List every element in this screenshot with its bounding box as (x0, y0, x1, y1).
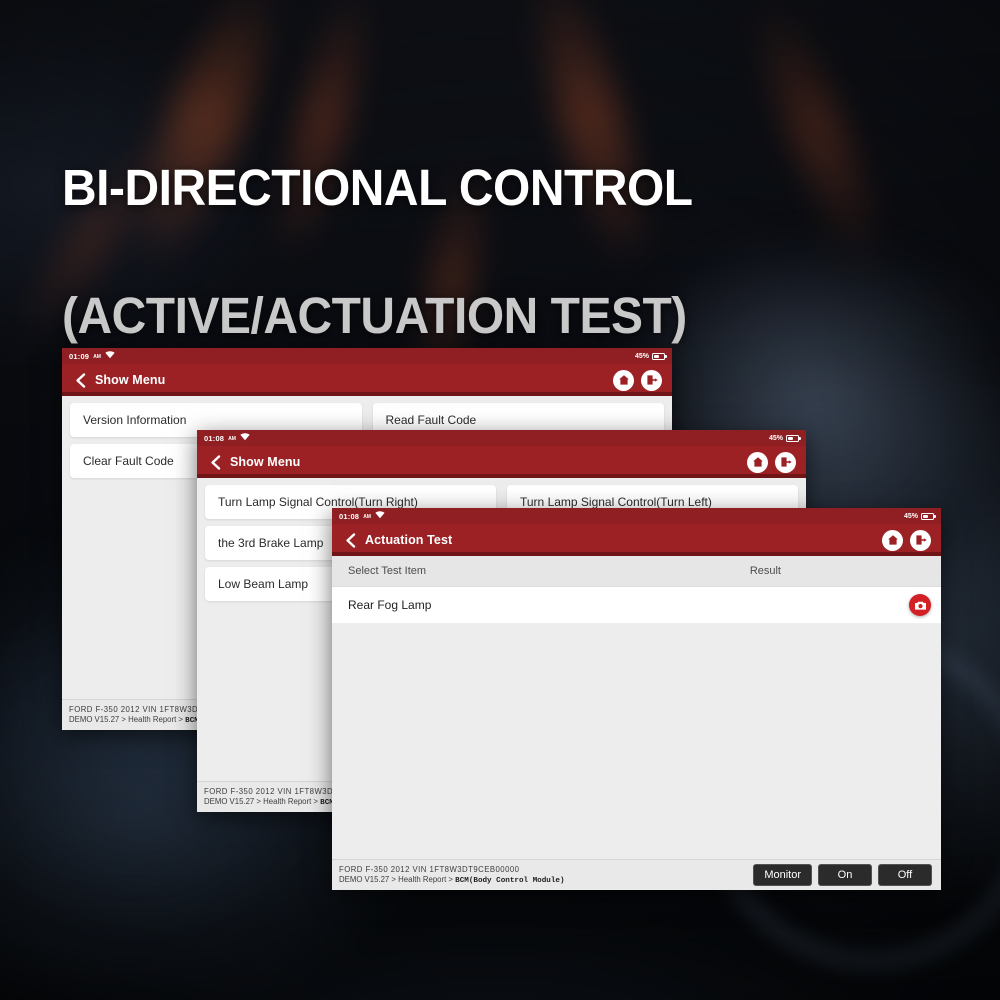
screenshot-root: BI-DIRECTIONAL CONTROL (ACTIVE/ACTUATION… (0, 0, 1000, 1000)
column-header-test-item: Select Test Item (348, 565, 427, 577)
battery-icon (652, 352, 667, 360)
status-bar-right: 45% (903, 512, 936, 520)
battery-percent: 45% (634, 352, 649, 360)
on-button[interactable]: On (818, 864, 872, 886)
battery-percent: 45% (903, 512, 918, 520)
title-bar: Show Menu (197, 446, 806, 478)
breadcrumb: DEMO V15.27 > Health Report > BCM(Body C… (339, 875, 565, 885)
status-bar: 01:08 AM 45% (197, 430, 806, 446)
status-time: 01:08 (204, 433, 225, 443)
title-bar-actions (882, 529, 931, 551)
footer-action-buttons: Monitor On Off (753, 864, 934, 886)
camera-icon[interactable] (909, 594, 931, 616)
status-bar-left: 01:08 AM (204, 433, 250, 443)
title-bar-actions (747, 451, 796, 473)
window-footer: FORD F-350 2012 VIN 1FT8W3DT9CEB00000 DE… (332, 859, 941, 890)
table-row[interactable]: Rear Fog Lamp (332, 587, 941, 624)
home-icon[interactable] (747, 451, 768, 473)
monitor-button[interactable]: Monitor (753, 864, 812, 886)
exit-icon[interactable] (775, 451, 796, 473)
status-time: 01:09 (69, 351, 90, 361)
battery-icon (921, 512, 936, 520)
test-item-label: Rear Fog Lamp (348, 598, 432, 612)
window-title: Show Menu (230, 455, 301, 469)
wifi-icon (105, 351, 115, 361)
page-title-line-1: BI-DIRECTIONAL CONTROL (62, 159, 693, 216)
home-icon[interactable] (882, 529, 903, 551)
status-ampm: AM (93, 354, 101, 360)
off-button[interactable]: Off (878, 864, 932, 886)
status-ampm: AM (363, 514, 371, 520)
table-header-row: Select Test Item Result (332, 556, 941, 587)
column-header-result: Result (749, 565, 781, 577)
breadcrumb-prefix: DEMO V15.27 > Health Report > (339, 875, 456, 884)
breadcrumb-prefix: DEMO V15.27 > Health Report > (204, 797, 321, 806)
status-bar: 01:08 AM 45% (332, 508, 941, 524)
page-title-line-2: (ACTIVE/ACTUATION TEST) (62, 287, 687, 344)
status-bar-right: 45% (634, 352, 667, 360)
vehicle-info: FORD F-350 2012 VIN 1FT8W3DT9CEB00000 (339, 865, 520, 874)
exit-icon[interactable] (641, 369, 662, 391)
title-bar-actions (613, 369, 662, 391)
battery-percent: 45% (768, 434, 783, 442)
exit-icon[interactable] (910, 529, 931, 551)
wifi-icon (240, 433, 250, 443)
home-icon[interactable] (613, 369, 634, 391)
status-bar-left: 01:08 AM (339, 511, 385, 521)
breadcrumb-prefix: DEMO V15.27 > Health Report > (69, 715, 186, 724)
status-bar-right: 45% (768, 434, 801, 442)
breadcrumb-module: BCM(Body Control Module) (455, 877, 565, 885)
window-body: Select Test Item Result Rear Fog Lamp (332, 556, 941, 859)
status-bar: 01:09 AM 45% (62, 348, 672, 364)
footer-vehicle-info: FORD F-350 2012 VIN 1FT8W3DT9CEB00000 DE… (339, 865, 565, 885)
back-chevron-icon[interactable] (207, 454, 223, 470)
status-ampm: AM (228, 436, 236, 442)
window-title: Show Menu (95, 373, 166, 387)
back-chevron-icon[interactable] (72, 372, 88, 388)
title-bar: Actuation Test (332, 524, 941, 556)
battery-icon (786, 434, 801, 442)
tablet-window-actuation-test: 01:08 AM 45% Actuation Test Select Test … (332, 508, 941, 890)
status-bar-left: 01:09 AM (69, 351, 115, 361)
wifi-icon (375, 511, 385, 521)
back-chevron-icon[interactable] (342, 532, 358, 548)
status-time: 01:08 (339, 511, 360, 521)
title-bar: Show Menu (62, 364, 672, 396)
window-title: Actuation Test (365, 533, 453, 547)
